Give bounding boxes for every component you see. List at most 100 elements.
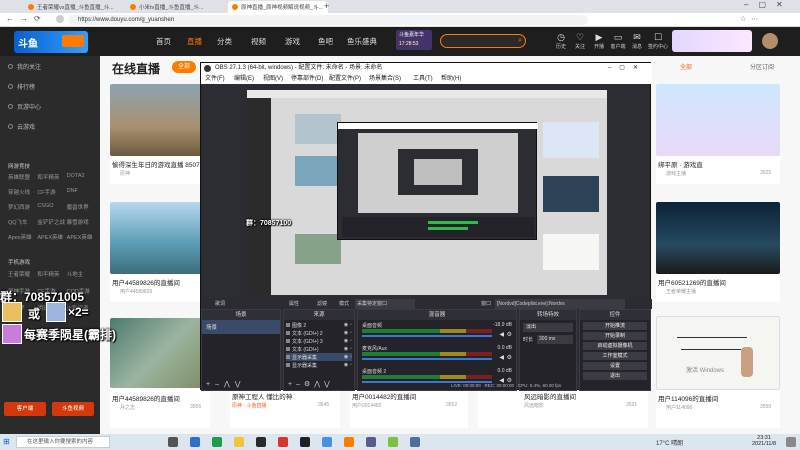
stream-card[interactable]: 愉得深生年日的游戏直播 8507... 原神 [110, 84, 210, 184]
mobile-category-link[interactable]: 斗地主 [67, 270, 96, 278]
stream-card[interactable]: 原神工程人 懂比的神 原神 · 斗鱼直播 3545 [230, 388, 340, 428]
duration-input[interactable]: 300 ms [537, 335, 573, 344]
menu-file[interactable]: 文件(F) [205, 74, 225, 84]
visibility-eye-icon[interactable]: ◉ [344, 354, 348, 360]
url-field[interactable]: https://www.douyu.com/g_yuanshen [68, 15, 588, 25]
nav-fishbar[interactable]: 鱼吧 [318, 36, 333, 47]
douyu-taskbar-icon[interactable] [344, 437, 354, 447]
gear-icon[interactable]: ⚙ [507, 331, 512, 338]
game-category-link[interactable]: QQ飞车 [8, 218, 37, 226]
source-item[interactable]: 显示器采集 ◉ ▫ [286, 361, 352, 369]
mobile-category-link[interactable]: 和平精英 [37, 270, 66, 278]
filters-button[interactable]: 滤镜 [317, 299, 327, 309]
subscribe-zone[interactable]: 分区订阅 [750, 62, 774, 71]
stream-card[interactable]: 用户0014482的直播间 用户0014482 3552 [350, 388, 468, 428]
nav-category[interactable]: 分类 [217, 36, 232, 47]
message-icon[interactable]: ✉ 消息 [629, 31, 645, 50]
visibility-eye-icon[interactable]: ◉ [344, 322, 348, 328]
obs-control-button[interactable]: 开始录制 [583, 332, 647, 340]
visibility-eye-icon[interactable]: ◉ [344, 330, 348, 336]
banner-logo[interactable]: 斗鱼 [14, 31, 88, 53]
game-category-link[interactable]: 金铲铲之战 [37, 218, 66, 226]
nav-video[interactable]: 视频 [251, 36, 266, 47]
sidebar-item-webgames[interactable]: 页游中心 [8, 102, 41, 111]
client-button[interactable]: 客户端 [4, 402, 46, 416]
transition-select[interactable]: 淡出 [523, 323, 573, 332]
game-category-link[interactable]: CF手游 [37, 188, 66, 196]
app-icon[interactable] [410, 437, 420, 447]
game-category-link[interactable]: 魔兽世界 [67, 203, 96, 211]
obs-control-button[interactable]: 退出 [583, 372, 647, 380]
visibility-eye-icon[interactable]: ◉ [344, 338, 348, 344]
properties-button[interactable]: 属性 [289, 299, 299, 309]
stream-card[interactable]: 用户44589826的直播间 月之志 3556 [110, 318, 210, 428]
obs-preview-canvas[interactable] [247, 90, 607, 295]
scene-controls[interactable]: +–⋀⋁ [206, 380, 245, 388]
nav-home[interactable]: 首页 [156, 36, 171, 47]
game-category-link[interactable]: 和平精英 [37, 173, 66, 181]
menu-edit[interactable]: 编辑(E) [234, 74, 254, 84]
sidebar-item-follow[interactable]: 我的关注 [8, 62, 41, 71]
game-category-link[interactable]: 英雄联盟 [8, 173, 37, 181]
history-icon[interactable]: ◷ 历史 [553, 31, 569, 50]
menu-profile[interactable]: 配置文件(P) [329, 74, 361, 84]
volume-slider[interactable] [362, 358, 492, 360]
game-category-link[interactable]: 梦幻西游 [8, 203, 37, 211]
source-controls[interactable]: +–⚙⋀⋁ [288, 380, 334, 388]
steam-icon[interactable] [256, 437, 266, 447]
speaker-icon[interactable]: ◀ [499, 331, 504, 338]
search-icon[interactable]: ⌕ [518, 37, 522, 45]
notification-icon[interactable] [786, 437, 796, 447]
search-input[interactable] [440, 34, 526, 48]
filter-label[interactable]: 全部 [680, 62, 692, 71]
stream-card[interactable]: 风远暗影的直播间 风远暗影 3521 [478, 388, 648, 428]
game-category-link[interactable]: DOTA2 [67, 173, 96, 181]
lock-icon[interactable]: ▫ [350, 322, 352, 328]
menu-tools[interactable]: 工具(T) [413, 74, 433, 84]
window-controls[interactable]: –▢✕ [744, 0, 793, 9]
window-select[interactable]: [Nordvd]Codeplist.exe]:Nordvs [495, 299, 625, 309]
mobile-category-link[interactable]: 王者荣耀 [8, 270, 37, 278]
broadcast-icon[interactable]: ▶ 开播 [591, 31, 607, 50]
menu-view[interactable]: 视图(V) [263, 74, 283, 84]
promo-banner[interactable] [672, 30, 752, 52]
obs-control-button[interactable]: 设置 [583, 362, 647, 370]
app-icon[interactable] [278, 437, 288, 447]
volume-slider[interactable] [362, 335, 492, 337]
scene-item[interactable]: 场景 [202, 320, 280, 334]
source-item[interactable]: 显示器采集 ◉ ▫ [286, 353, 352, 361]
obs-control-button[interactable]: 开始推流 [583, 322, 647, 330]
wechat-icon[interactable] [388, 437, 398, 447]
browser-tab-1[interactable]: 王者荣耀vs直播_斗鱼直播_斗... [24, 1, 124, 13]
source-item[interactable]: 文本 (GDI+) 2 ◉ ▫ [286, 329, 352, 337]
browser-tab-3[interactable]: 原神直播_原神视频解说视频_斗... [228, 1, 328, 13]
lock-icon[interactable]: ▫ [350, 354, 352, 360]
lock-icon[interactable]: ▫ [350, 362, 352, 368]
game-category-link[interactable]: DNF [67, 188, 96, 196]
mode-select[interactable]: 采集特定窗口 [355, 299, 415, 309]
edge-icon[interactable] [190, 437, 200, 447]
home-icon[interactable] [56, 15, 64, 23]
obs-control-button[interactable]: 启动虚拟摄像机 [583, 342, 647, 350]
game-category-link[interactable]: APEX英雄 [67, 233, 96, 241]
windows-start-icon[interactable]: ⊞ [3, 437, 10, 446]
visibility-eye-icon[interactable]: ◉ [344, 346, 348, 352]
app-icon[interactable] [366, 437, 376, 447]
game-category-link[interactable]: 穿越火线 [8, 188, 37, 196]
speaker-icon[interactable]: ◀ [499, 354, 504, 361]
nav-festival[interactable]: 鱼乐盛典 [347, 36, 377, 47]
sidebar-item-cloud[interactable]: 云游戏 [8, 122, 35, 131]
nav-game[interactable]: 游戏 [285, 36, 300, 47]
stream-card[interactable]: 绑平原 · 游戏直 游戏主播 3525 [656, 84, 780, 184]
festival-badge[interactable]: 斗鱼嘉年华 17:28:53 [396, 30, 432, 50]
source-item[interactable]: 文本 (GDI+) ◉ ▫ [286, 345, 352, 353]
lock-icon[interactable]: ▫ [350, 330, 352, 336]
nav-arrows-icon[interactable]: ←→⟳ [6, 14, 47, 23]
lock-icon[interactable]: ▫ [350, 346, 352, 352]
task-view-icon[interactable] [168, 437, 178, 447]
extension-icons[interactable]: ☆⋯ [740, 15, 763, 23]
explorer-icon[interactable] [234, 437, 244, 447]
obs-control-button[interactable]: 工作室模式 [583, 352, 647, 360]
follow-icon[interactable]: ♡ 关注 [572, 31, 588, 50]
menu-scene-collection[interactable]: 场景集合(S) [369, 74, 401, 84]
